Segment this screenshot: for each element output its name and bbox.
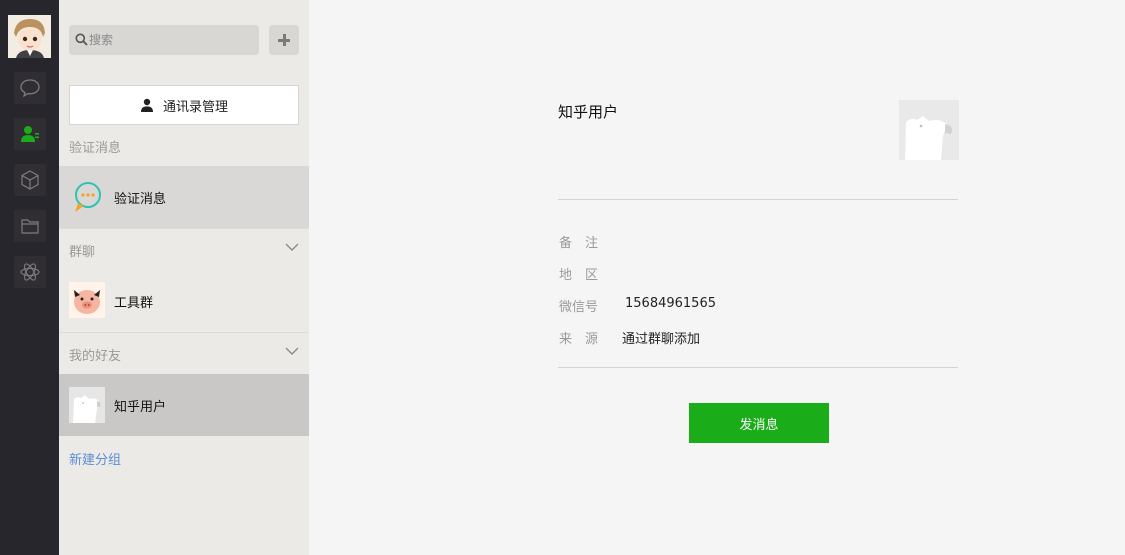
contacts-manage-button[interactable]: 通讯录管理 bbox=[69, 85, 299, 125]
profile-avatar[interactable] bbox=[899, 100, 959, 160]
search-icon bbox=[75, 33, 88, 46]
contacts-panel: 通讯录管理 验证消息 验证消息 群聊 工具群 我 bbox=[59, 0, 309, 555]
nav-rail bbox=[0, 0, 59, 555]
region-label: 地 区 bbox=[559, 268, 599, 283]
atom-icon bbox=[20, 263, 40, 281]
add-button[interactable] bbox=[269, 25, 299, 55]
friends-section-label: 我的好友 bbox=[69, 349, 122, 364]
group-name: 工具群 bbox=[114, 296, 154, 311]
box-icon bbox=[21, 170, 39, 190]
verify-section-label: 验证消息 bbox=[69, 141, 122, 156]
chevron-down-icon[interactable] bbox=[285, 345, 299, 357]
contacts-manage-label: 通讯录管理 bbox=[162, 99, 228, 115]
friend-name: 知乎用户 bbox=[114, 400, 167, 415]
verify-message-row[interactable]: 验证消息 bbox=[59, 166, 309, 228]
remark-label: 备 注 bbox=[559, 236, 599, 251]
search-input[interactable] bbox=[89, 25, 255, 55]
new-group-link[interactable]: 新建分组 bbox=[69, 449, 121, 468]
groups-section-label: 群聊 bbox=[69, 245, 96, 260]
friend-avatar bbox=[69, 387, 105, 423]
nav-chats[interactable] bbox=[14, 72, 46, 104]
verify-message-icon bbox=[75, 182, 101, 212]
send-message-button[interactable]: 发消息 bbox=[689, 403, 829, 443]
nav-files[interactable] bbox=[14, 210, 46, 242]
contacts-icon bbox=[21, 126, 39, 142]
user-avatar[interactable] bbox=[8, 15, 51, 58]
divider bbox=[558, 199, 958, 200]
chat-icon bbox=[20, 79, 40, 98]
source-value: 通过群聊添加 bbox=[622, 332, 701, 347]
nav-moments[interactable] bbox=[14, 256, 46, 288]
group-avatar bbox=[69, 282, 105, 318]
person-icon bbox=[140, 98, 153, 112]
nav-favorites[interactable] bbox=[14, 164, 46, 196]
verify-message-name: 验证消息 bbox=[114, 192, 167, 207]
friend-row[interactable]: 知乎用户 bbox=[59, 374, 309, 436]
group-row[interactable]: 工具群 bbox=[59, 270, 309, 332]
search-box[interactable] bbox=[69, 25, 259, 55]
wechat-id-label: 微信号 bbox=[559, 300, 599, 315]
contact-detail: 知乎用户 备 注 地 区 微信号 15684961565 来 源 通过群聊添加 … bbox=[309, 0, 1125, 555]
profile-name: 知乎用户 bbox=[558, 103, 619, 121]
nav-contacts[interactable] bbox=[14, 118, 46, 150]
divider bbox=[558, 367, 958, 368]
source-label: 来 源 bbox=[559, 332, 599, 347]
chevron-down-icon[interactable] bbox=[285, 241, 299, 253]
folder-icon bbox=[21, 219, 39, 234]
wechat-id-value: 15684961565 bbox=[625, 296, 716, 311]
